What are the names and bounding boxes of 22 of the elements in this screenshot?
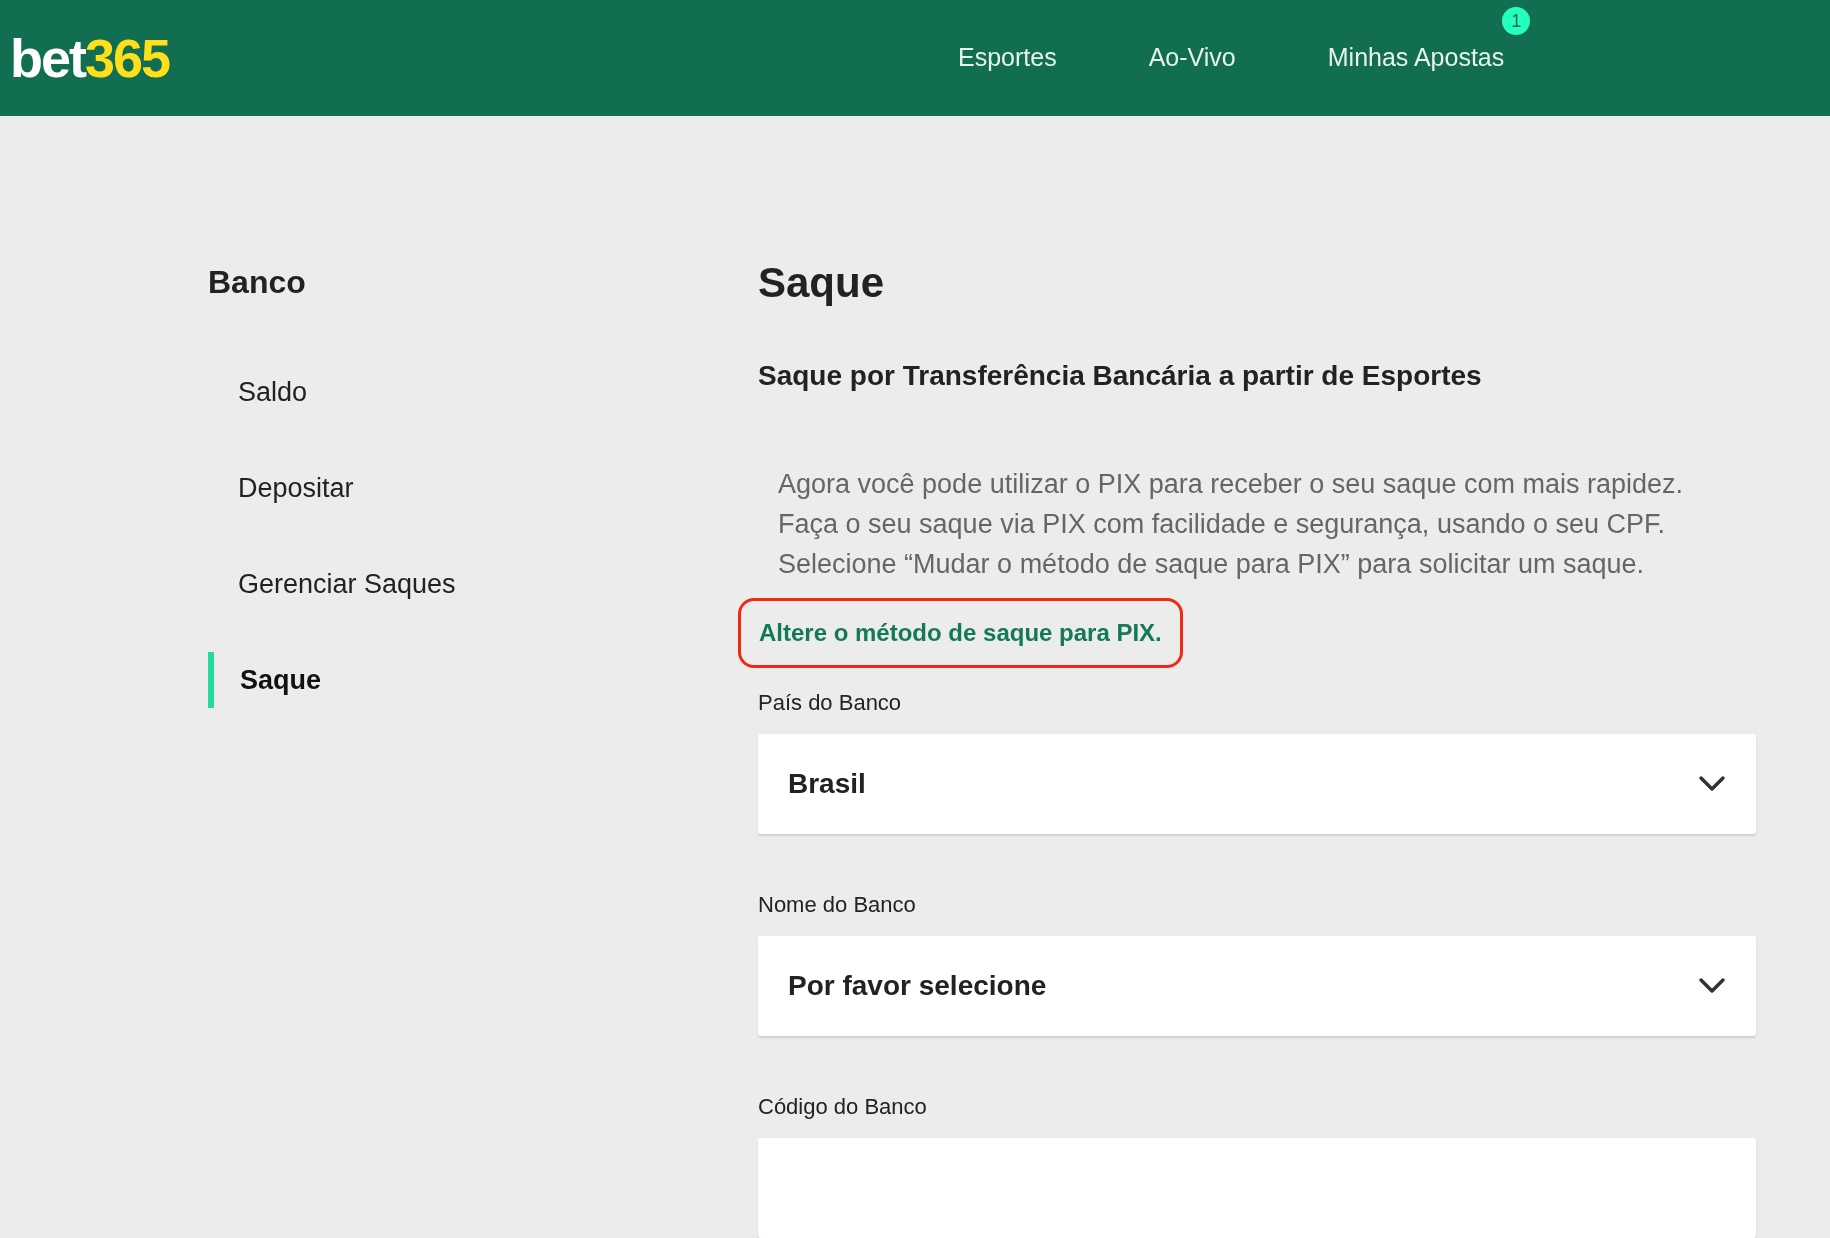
field-label: País do Banco — [758, 689, 903, 717]
page-title: Saque — [758, 258, 886, 308]
notification-badge: 1 — [1502, 7, 1531, 36]
sidebar-title: Banco — [208, 263, 307, 302]
info-paragraph: Faça o seu saque via PIX com facilidade e segurança, usando o seu CPF. Selecione “Mudar o método de saque para PIX” para solicitar um saque. — [778, 508, 1667, 581]
info-paragraph: Agora você pode utilizar o PIX para receber o seu saque com mais rapidez. — [778, 468, 1684, 501]
chevron-down-icon — [1698, 775, 1726, 793]
sidebar-item[interactable]: Saldo — [208, 364, 550, 420]
section-subtitle: Saque por Transferência Bancária a partir de Esportes — [758, 359, 1483, 393]
chevron-down-icon — [1698, 977, 1726, 995]
logo[interactable]: bet365 — [10, 31, 170, 85]
sidebar-item[interactable]: Gerenciar Saques — [208, 556, 550, 612]
sidebar-item[interactable]: Saque — [208, 652, 550, 708]
sidebar-item[interactable]: Depositar — [208, 460, 550, 516]
field-label: Código do Banco — [758, 1093, 928, 1121]
select-field[interactable]: Brasil — [758, 734, 1756, 834]
nav-link[interactable]: Ao-Vivo — [1148, 39, 1236, 77]
field-label: Nome do Banco — [758, 891, 917, 919]
input-field[interactable] — [758, 1138, 1756, 1238]
nav-link[interactable]: Esportes — [958, 39, 1057, 77]
pix-link[interactable]: Altere o método de saque para PIX. — [759, 619, 1162, 646]
select-field[interactable]: Por favor selecione — [758, 936, 1756, 1036]
